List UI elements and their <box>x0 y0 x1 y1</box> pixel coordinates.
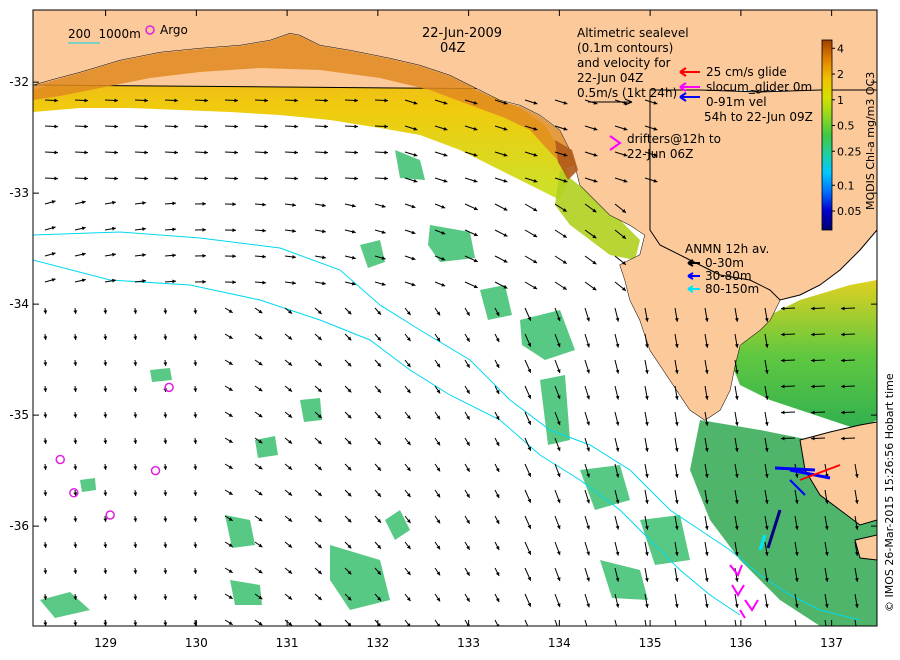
colorbar-label: MODIS Chl-a mg/m3 OC3 <box>864 72 877 210</box>
altimetry-line-3: and velocity for <box>577 56 671 70</box>
lon-tick-label: 133 <box>457 636 480 650</box>
lon-tick-label: 134 <box>548 636 571 650</box>
lon-tick-label: 135 <box>639 636 662 650</box>
colorbar-gradient <box>821 39 833 231</box>
lat-tick-label: -34 <box>9 297 29 311</box>
velocity-arrow-head <box>855 630 859 634</box>
anmn-title: ANMN 12h av. <box>685 242 769 256</box>
lon-tick-label: 132 <box>366 636 389 650</box>
velocity-arrow-head <box>528 629 532 633</box>
velocity-arrow-head <box>795 630 799 634</box>
colorbar-tick-label: 1 <box>837 94 844 107</box>
altimetry-line-5: 0.5m/s (1kt 24h) <box>577 86 677 100</box>
drifters-line-1: drifters@12h to <box>627 132 721 146</box>
velocity-arrow-head <box>586 629 590 633</box>
glider-legend-1: 25 cm/s glide <box>706 65 787 79</box>
colorbar-tick-label: 0.5 <box>837 120 855 133</box>
altimetry-line-4: 22-Jun 04Z <box>577 71 643 85</box>
map-date: 22-Jun-2009 <box>422 26 502 41</box>
velocity-arrow-head <box>675 630 679 634</box>
velocity-arrow-head <box>705 630 709 634</box>
glider-legend-2: slocum_glider 0m <box>706 80 812 94</box>
anmn-legend-1: 0-30m <box>705 256 744 270</box>
lon-tick-label: 136 <box>729 636 752 650</box>
scale-label: 200 1000m <box>68 27 141 41</box>
argo-legend-label: Argo <box>160 23 188 37</box>
colorbar-tick-label: 0.05 <box>837 205 862 218</box>
lon-tick-label: 131 <box>276 636 299 650</box>
glider-legend-3: 0-91m vel <box>706 95 767 109</box>
lon-tick-label: 137 <box>820 636 843 650</box>
lon-tick-label: 130 <box>185 636 208 650</box>
drifters-line-2: 22-Jun 06Z <box>627 147 693 161</box>
velocity-arrow-head <box>645 630 649 634</box>
map-time: 04Z <box>440 41 466 56</box>
colorbar-tick-label: 0.1 <box>837 179 855 192</box>
lat-tick-label: -32 <box>9 75 29 89</box>
colorbar-tick-label: 2 <box>837 68 844 81</box>
anmn-legend-3: 80-150m <box>705 282 759 296</box>
velocity-arrow-head <box>825 630 829 634</box>
colorbar-tick-label: 4 <box>837 42 844 55</box>
anmn-legend-2: 30-80m <box>705 269 752 283</box>
lon-tick-label: 129 <box>94 636 117 650</box>
lat-tick-label: -35 <box>9 408 29 422</box>
glider-legend-4: 54h to 22-Jun 09Z <box>704 110 813 124</box>
velocity-arrow-head <box>616 630 620 634</box>
velocity-arrow-head <box>765 630 769 634</box>
credit-text: © IMOS 26-Mar-2015 15:26:56 Hobart time <box>883 373 896 612</box>
velocity-arrow-head <box>557 629 561 633</box>
colorbar-tick-label: 0.25 <box>837 145 862 158</box>
lat-tick-label: -36 <box>9 519 29 533</box>
altimetry-line-2: (0.1m contours) <box>577 41 673 55</box>
lat-tick-label: -33 <box>9 186 29 200</box>
altimetry-line-1: Altimetric sealevel <box>577 26 689 40</box>
chlorophyll-velocity-map: 129 130 131 132 133 134 135 136 137 -32 -33 -34 -35… <box>9 9 896 650</box>
velocity-arrow-head <box>735 630 739 634</box>
